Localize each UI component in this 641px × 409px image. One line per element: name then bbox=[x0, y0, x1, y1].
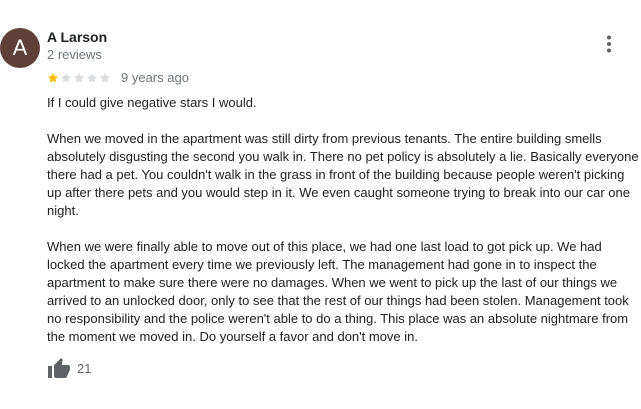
review-text: If I could give negative stars I would. … bbox=[47, 94, 641, 364]
more-vert-icon bbox=[607, 35, 611, 53]
star-empty-icon bbox=[61, 73, 71, 83]
like-button[interactable] bbox=[47, 357, 71, 381]
review-paragraph: When we moved in the apartment was still… bbox=[47, 131, 639, 218]
review-card: A A Larson 2 reviews 9 years ago If I co… bbox=[0, 0, 641, 409]
reviewer-name[interactable]: A Larson bbox=[47, 28, 107, 46]
rating-row: 9 years ago bbox=[47, 69, 189, 87]
star-empty-icon bbox=[74, 73, 84, 83]
like-row: 21 bbox=[47, 357, 91, 381]
reviewer-review-count: 2 reviews bbox=[47, 47, 102, 62]
more-options-button[interactable] bbox=[597, 32, 621, 56]
thumbs-up-icon bbox=[48, 358, 70, 378]
star-filled-icon bbox=[48, 73, 58, 83]
review-paragraph: When we were finally able to move out of… bbox=[47, 239, 629, 344]
review-date: 9 years ago bbox=[121, 70, 189, 85]
star-empty-icon bbox=[100, 73, 110, 83]
star-empty-icon bbox=[87, 73, 97, 83]
like-count: 21 bbox=[77, 361, 92, 376]
review-paragraph: If I could give negative stars I would. bbox=[47, 95, 257, 110]
star-rating bbox=[47, 72, 111, 84]
avatar[interactable]: A bbox=[0, 28, 40, 68]
